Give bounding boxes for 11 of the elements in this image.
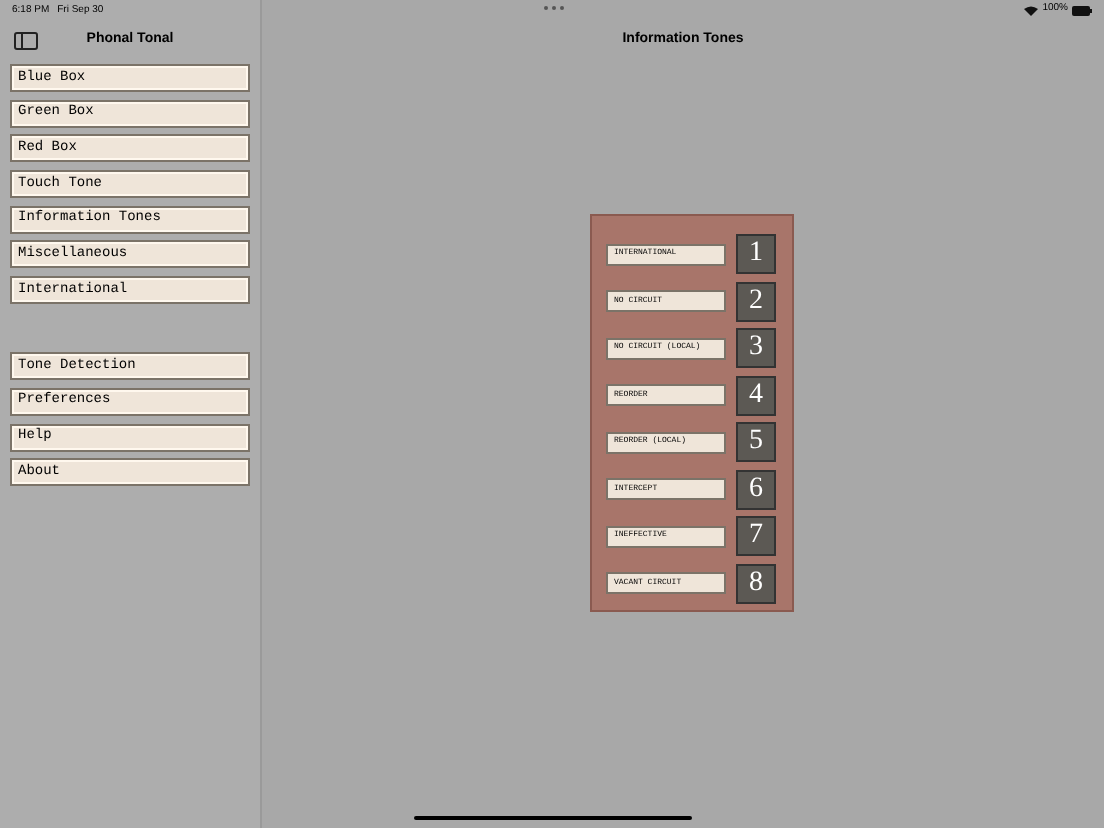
tone-number: 1	[736, 234, 776, 274]
tone-number: 3	[736, 328, 776, 368]
wifi-icon	[1024, 5, 1039, 15]
tone-number: 2	[736, 281, 776, 321]
tone-number: 5	[736, 422, 776, 462]
battery-icon	[1072, 5, 1092, 15]
tone-number: 6	[736, 469, 776, 509]
tone-number: 7	[736, 516, 776, 556]
tone-number: 4	[736, 375, 776, 415]
tone-number: 8	[736, 563, 776, 603]
sidebar-toggle-icon[interactable]	[14, 31, 38, 49]
